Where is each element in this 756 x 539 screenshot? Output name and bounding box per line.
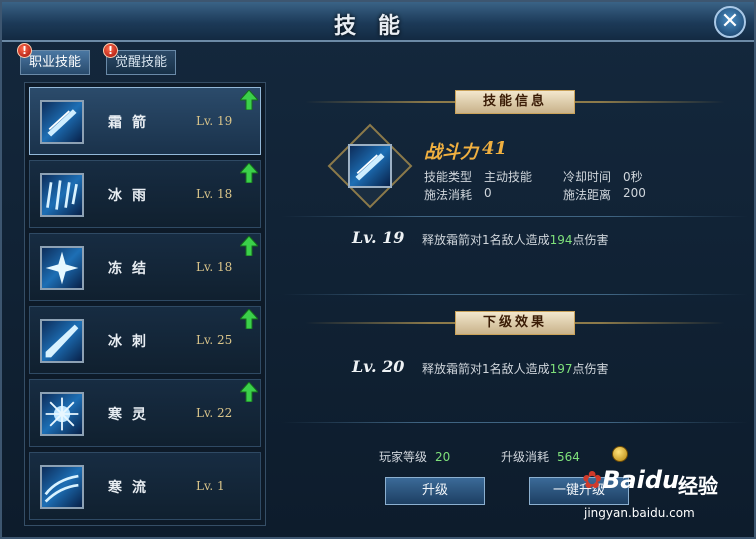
skill-item[interactable]: 霜箭 Lv. 19 <box>29 87 261 155</box>
cold-current-icon <box>40 465 84 509</box>
upgrade-cost-value: 564 <box>557 450 580 464</box>
next-level: Lv. 20 <box>352 357 405 376</box>
skill-item[interactable]: 冻结 Lv. 18 <box>29 233 261 301</box>
player-level: 玩家等级 20 <box>379 448 450 465</box>
skill-level: Lv. 18 <box>196 187 233 201</box>
skill-name: 寒流 <box>108 480 156 496</box>
divider <box>282 216 748 217</box>
paw-icon: ✿ <box>582 466 603 494</box>
divider <box>282 294 748 295</box>
upgrade-arrow-icon <box>240 382 258 402</box>
upgrade-cost: 升级消耗 564 <box>501 448 580 465</box>
frost-arrow-icon <box>348 144 392 188</box>
skill-item[interactable]: 冰雨 Lv. 18 <box>29 160 261 228</box>
upgrade-cost-label: 升级消耗 <box>501 450 550 464</box>
skill-level: Lv. 1 <box>196 479 225 493</box>
cast-cost-value: 0 <box>484 186 492 200</box>
window-title: 技能 <box>333 13 422 39</box>
skill-name: 冰雨 <box>108 188 156 204</box>
skill-info-banner: 技能信息 <box>455 90 575 114</box>
player-level-value: 20 <box>435 450 451 464</box>
skill-item[interactable]: 寒灵 Lv. 22 <box>29 379 261 447</box>
combat-power-value: 41 <box>482 138 508 159</box>
title-bar: 技能 ✕ <box>2 2 754 42</box>
baidu-logo-text: Baidu <box>602 466 680 494</box>
effect-text: 释放霜箭对1名敌人造成 <box>422 362 550 376</box>
tab-awaken-skills[interactable]: ! 觉醒技能 <box>103 43 177 75</box>
skill-type-value: 主动技能 <box>484 170 533 184</box>
baidu-watermark: ✿Baidu 经验 jingyan.baidu.com <box>582 460 756 538</box>
ice-rain-icon <box>40 173 84 217</box>
player-level-label: 玩家等级 <box>379 450 428 464</box>
divider <box>282 422 748 423</box>
alert-icon: ! <box>17 43 32 58</box>
ice-spike-icon <box>40 319 84 363</box>
upgrade-arrow-icon <box>240 90 258 110</box>
effect-text: 点伤害 <box>572 233 609 247</box>
cast-cost-label: 施法消耗 <box>424 188 473 202</box>
skill-level: Lv. 25 <box>196 333 233 347</box>
frost-spirit-icon <box>40 392 84 436</box>
current-effect: 释放霜箭对1名敌人造成194点伤害 <box>422 231 609 248</box>
skill-level: Lv. 22 <box>196 406 233 420</box>
tab-class-skills[interactable]: ! 职业技能 <box>17 43 91 75</box>
skill-window: 技能 ✕ ! 职业技能 ! 觉醒技能 霜箭 Lv. 19 冰雨 Lv. 18 冻… <box>0 0 756 539</box>
cooldown-label: 冷却时间 <box>563 170 612 184</box>
skill-name: 寒灵 <box>108 407 156 423</box>
skill-name: 冻结 <box>108 261 156 277</box>
upgrade-button[interactable]: 升级 <box>385 477 485 505</box>
skill-level: Lv. 18 <box>196 260 233 274</box>
tab-label: 觉醒技能 <box>115 55 168 70</box>
skill-type-label: 技能类型 <box>424 170 473 184</box>
tab-label: 职业技能 <box>29 55 82 70</box>
freeze-icon <box>40 246 84 290</box>
alert-icon: ! <box>103 43 118 58</box>
skill-level: Lv. 19 <box>196 114 233 128</box>
skill-name: 冰刺 <box>108 334 156 350</box>
effect-text: 点伤害 <box>572 362 609 376</box>
upgrade-arrow-icon <box>240 236 258 256</box>
skill-list: 霜箭 Lv. 19 冰雨 Lv. 18 冻结 Lv. 18 冰刺 Lv. 25 … <box>24 82 266 526</box>
cast-range-label: 施法距离 <box>563 188 612 202</box>
upgrade-arrow-icon <box>240 309 258 329</box>
next-effect: 释放霜箭对1名敌人造成197点伤害 <box>422 360 609 377</box>
cooldown-value: 0秒 <box>623 170 643 184</box>
selected-skill-frame <box>327 123 413 209</box>
next-effect-banner: 下级效果 <box>455 311 575 335</box>
damage-value: 197 <box>549 362 573 376</box>
effect-text: 释放霜箭对1名敌人造成 <box>422 233 550 247</box>
frost-arrow-icon <box>40 100 84 144</box>
current-level: Lv. 19 <box>352 228 405 247</box>
watermark-cn: 经验 <box>678 474 718 498</box>
skill-item[interactable]: 寒流 Lv. 1 <box>29 452 261 520</box>
close-icon[interactable]: ✕ <box>714 6 746 38</box>
combat-power-label: 战斗力 <box>424 142 478 163</box>
skill-name: 霜箭 <box>108 115 156 131</box>
upgrade-arrow-icon <box>240 163 258 183</box>
watermark-url: jingyan.baidu.com <box>584 506 695 520</box>
skill-item[interactable]: 冰刺 Lv. 25 <box>29 306 261 374</box>
baidu-logo: ✿Baidu <box>582 466 679 494</box>
cast-range-value: 200 <box>623 186 646 200</box>
damage-value: 194 <box>549 233 573 247</box>
